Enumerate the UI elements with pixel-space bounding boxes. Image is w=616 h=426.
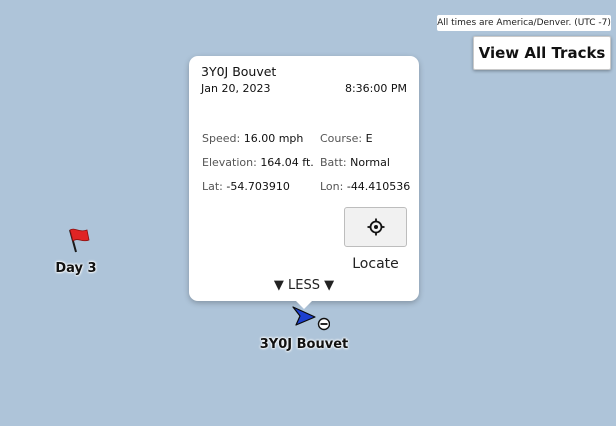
view-all-tracks-button[interactable]: View All Tracks [473,36,611,70]
speed-field: Speed: 16.00 mph [202,132,303,145]
elevation-label: Elevation: [202,156,257,169]
locate-label: Locate [352,256,399,272]
red-flag-icon [69,228,90,253]
blue-arrow-icon [292,306,331,331]
course-label: Course: [320,132,363,145]
track-info-popup: 3Y0J Bouvet Jan 20, 2023 8:36:00 PM Spee… [189,56,419,301]
speed-label: Speed: [202,132,241,145]
popup-time: 8:36:00 PM [344,82,407,95]
elevation-value: 164.04 ft. [260,156,314,169]
track-label: 3Y0J Bouvet [259,337,349,352]
day-3-flag-marker[interactable] [64,226,90,254]
course-field: Course: E [320,132,373,145]
longitude-label: Lon: [320,180,344,193]
waypoint-label: Day 3 [55,261,97,276]
latitude-value: -54.703910 [226,180,290,193]
longitude-field: Lon: -44.410536 [320,180,410,193]
speed-value: 16.00 mph [243,132,304,145]
popup-date: Jan 20, 2023 [201,82,271,95]
timezone-note: All times are America/Denver. (UTC -7) [437,15,611,31]
battery-label: Batt: [320,156,347,169]
crosshair-icon [367,218,384,236]
less-toggle[interactable]: ▼ LESS ▼ [189,278,419,293]
locate-button[interactable] [344,207,407,247]
course-value: E [365,132,373,145]
track-position-marker[interactable] [290,304,331,334]
popup-track-name: 3Y0J Bouvet [201,64,277,79]
battery-field: Batt: Normal [320,156,390,169]
longitude-value: -44.410536 [346,180,411,193]
latitude-label: Lat: [202,180,223,193]
elevation-field: Elevation: 164.04 ft. [202,156,314,169]
battery-value: Normal [350,156,390,169]
latitude-field: Lat: -54.703910 [202,180,290,193]
